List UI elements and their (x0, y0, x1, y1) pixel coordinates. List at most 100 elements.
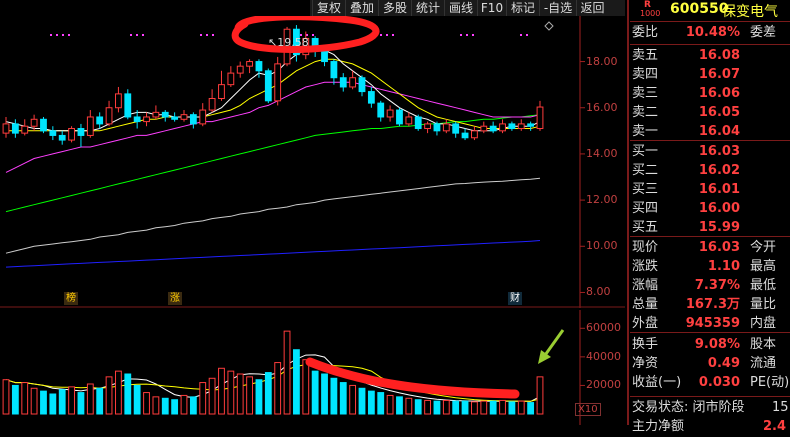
main-net-label: 主力净额 (632, 419, 685, 434)
candle-body (77, 128, 85, 136)
ask-value: 16.06 (698, 86, 740, 101)
toolbar-button-3[interactable]: 统计 (411, 0, 444, 16)
bid-row[interactable]: 买四 16.00 (630, 198, 790, 219)
volume-bar (471, 401, 478, 415)
candle-body (424, 123, 431, 130)
event-marker-label: 涨 (170, 293, 180, 304)
event-marker-zhang[interactable]: 涨 (168, 292, 182, 305)
stat2-row[interactable]: 换手 9.08% 股本 (630, 334, 790, 355)
stat-row[interactable]: 总量 167.3万 量比 (630, 294, 790, 315)
ask-row[interactable]: 卖四 16.07 (630, 64, 790, 85)
candle-body (274, 63, 282, 102)
stat2-row[interactable]: 收益(一) 0.030 PE(动) (630, 372, 790, 393)
signal-dot (62, 34, 64, 36)
bid-value: 16.02 (698, 163, 740, 178)
stat-row[interactable]: 现价 16.03 今开 (630, 237, 790, 258)
trade-status-row: 交易状态: 闭市阶段 15: (630, 397, 790, 418)
volume-bar (246, 376, 253, 415)
wei-bi-label: 委比 (632, 25, 659, 40)
signal-dot (380, 34, 382, 36)
candle-body (68, 128, 75, 141)
ask-row[interactable]: 卖五 16.08 (630, 45, 790, 66)
volume-bar (124, 373, 132, 415)
toolbar-button-2[interactable]: 多股 (378, 0, 411, 16)
volume-bar (349, 384, 357, 415)
bid-row[interactable]: 买三 16.01 (630, 179, 790, 200)
signal-dot (142, 34, 144, 36)
volume-bar (536, 376, 544, 415)
volume-bar (96, 387, 104, 415)
toolbar-button-8[interactable]: 返回 (576, 0, 608, 16)
volume-bar (30, 387, 38, 415)
candle-body (115, 93, 122, 109)
volume-bar (11, 384, 19, 415)
toolbar-button-7[interactable]: -自选 (539, 0, 576, 16)
stat-label: 涨跌 (632, 259, 659, 274)
event-marker-cai[interactable]: 财 (508, 292, 522, 305)
high-price-value: 19.58 (277, 36, 309, 49)
price-chart[interactable] (0, 16, 625, 308)
volume-bar (180, 394, 188, 415)
volume-bar (227, 370, 235, 415)
volume-bar (386, 394, 394, 415)
stat-label: 外盘 (632, 316, 659, 331)
signal-dot (50, 34, 52, 36)
event-marker-bang[interactable]: 榜 (64, 292, 78, 305)
bid-row[interactable]: 买二 16.02 (630, 160, 790, 181)
stat-row[interactable]: 涨跌 1.10 最高 (630, 256, 790, 277)
ask-row[interactable]: 卖二 16.05 (630, 102, 790, 123)
candle-body (405, 116, 413, 125)
toolbar-button-6[interactable]: 标记 (506, 0, 539, 16)
main-net-row: 主力净额 2.4 (630, 416, 790, 437)
price-axis-label: 16.00 (586, 100, 618, 114)
stat-value: 16.03 (698, 240, 740, 255)
stat-label: 总量 (632, 297, 659, 312)
bid-value: 16.00 (698, 201, 740, 216)
candle-body (527, 123, 535, 127)
bid-label: 买五 (632, 220, 659, 235)
bid-label: 买四 (632, 201, 659, 216)
wei-bi-row: 委比 10.48% 委差 (630, 22, 790, 43)
candle-body (452, 123, 460, 134)
stock-chart-window: 复权 叠加 多股 统计 画线 F10 标记 -自选 返回 18.00 16.00 14.00 12.0… (0, 0, 790, 434)
bid-row[interactable]: 买一 16.03 (630, 141, 790, 162)
volume-chart[interactable] (0, 310, 625, 425)
stat2-extra-label: PE(动) (750, 375, 790, 390)
volume-bar (171, 399, 179, 415)
bid-label: 买二 (632, 163, 659, 178)
ask-value: 16.05 (698, 105, 740, 120)
signal-dot (68, 34, 70, 36)
volume-axis-label: 20000 (586, 378, 621, 392)
ask-label: 卖三 (632, 86, 659, 101)
stat-row[interactable]: 涨幅 7.37% 最低 (630, 275, 790, 296)
diamond-icon (544, 21, 554, 31)
volume-bar (302, 359, 310, 415)
stock-code: 600550 (670, 1, 729, 17)
ask-row[interactable]: 卖三 16.06 (630, 83, 790, 104)
signal-dot (212, 34, 214, 36)
toolbar-button-0[interactable]: 复权 (312, 0, 345, 16)
candle-body (105, 107, 113, 125)
stat-row[interactable]: 外盘 945359 内盘 (630, 313, 790, 334)
candle-body (58, 134, 66, 141)
toolbar-button-5[interactable]: F10 (477, 0, 506, 16)
toolbar-button-1[interactable]: 叠加 (345, 0, 378, 16)
volume-bar (508, 401, 516, 415)
price-axis-label: 14.00 (586, 146, 618, 160)
candle-body (396, 109, 403, 125)
stat2-row[interactable]: 净资 0.49 流通 (630, 353, 790, 374)
signal-dot (200, 34, 202, 36)
candle-body (349, 77, 357, 88)
bid-row[interactable]: 买五 15.99 (630, 217, 790, 238)
volume-bar (133, 384, 141, 415)
volume-bar (311, 370, 319, 415)
volume-bar (115, 370, 122, 415)
candle-body (339, 77, 347, 88)
candle-body (433, 123, 441, 132)
candle-body (517, 123, 525, 130)
toolbar-button-4[interactable]: 画线 (444, 0, 477, 16)
ask-row[interactable]: 卖一 16.04 (630, 121, 790, 142)
bid-value: 16.01 (698, 182, 740, 197)
volume-axis-label: 60000 (586, 321, 621, 335)
signal-dot (520, 34, 522, 36)
